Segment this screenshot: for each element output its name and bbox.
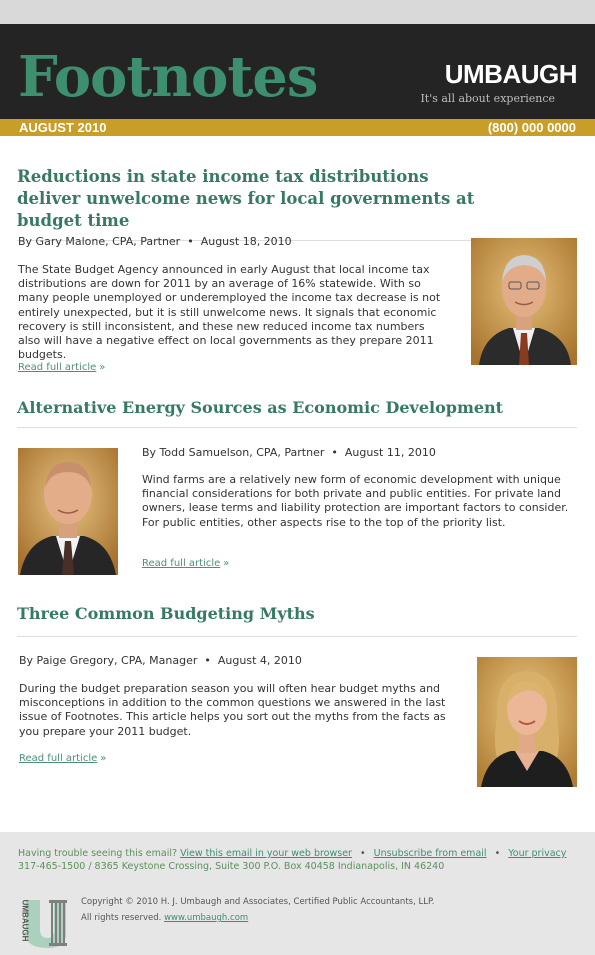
article-1: Reductions in state income tax distribut…: [17, 166, 577, 241]
portrait-image: [18, 448, 118, 575]
article-2: Alternative Energy Sources as Economic D…: [17, 398, 577, 428]
copyright-text: Copyright © 2010 H. J. Umbaugh and Assoc…: [81, 897, 435, 907]
article-byline: By Todd Samuelson, CPA, Partner • August 1…: [142, 446, 436, 459]
bullet-separator: •: [187, 235, 194, 248]
author: By Gary Malone, CPA, Partner: [18, 235, 181, 248]
privacy-link[interactable]: Your privacy: [508, 848, 566, 859]
web-version-link[interactable]: View this email in your web browser: [180, 848, 352, 859]
author-photo: [18, 448, 118, 575]
footer-address: 317-465-1500 / 8365 Keystone Crossing, S…: [18, 861, 445, 872]
article-title[interactable]: Alternative Energy Sources as Economic D…: [17, 398, 577, 418]
arrow-icon: »: [100, 753, 107, 764]
bullet-separator: •: [331, 446, 338, 459]
read-more-link[interactable]: Read full article»: [19, 746, 106, 765]
article-date: August 18, 2010: [200, 235, 292, 248]
rights-text: All rights reserved.: [81, 913, 162, 923]
unsubscribe-link[interactable]: Unsubscribe from email: [374, 848, 487, 859]
phone-number: (800) 000 0000: [487, 120, 576, 135]
footer: Having trouble seeing this email? View t…: [0, 832, 595, 955]
article-byline: By Paige Gregory, CPA, Manager • August 4,…: [19, 654, 302, 667]
article-body: The State Budget Agency announced in ear…: [18, 263, 441, 362]
logo-vertical-text: UMBAUGH: [20, 899, 30, 942]
trouble-text: Having trouble seeing this email?: [18, 848, 178, 859]
bullet-separator: •: [494, 848, 501, 859]
read-more-label[interactable]: Read full article: [18, 362, 96, 373]
author: By Todd Samuelson, CPA, Partner: [142, 446, 325, 459]
brand-logo: UMBAUGH: [444, 59, 578, 89]
portrait-image: [477, 657, 577, 787]
read-more-link[interactable]: Read full article»: [142, 551, 229, 570]
newsletter-header: Footnotes UMBAUGH It's all about experie…: [0, 24, 595, 119]
rights-line: All rights reserved. www.umbaugh.com: [81, 913, 248, 923]
read-more-label[interactable]: Read full article: [19, 753, 97, 764]
date-bar: AUGUST 2010 (800) 000 0000: [0, 119, 595, 136]
read-more-link[interactable]: Read full article»: [18, 355, 105, 374]
divider: [17, 427, 577, 428]
arrow-icon: »: [99, 362, 106, 373]
article-body: During the budget preparation season you…: [19, 682, 446, 738]
top-gray-strip: [0, 0, 595, 24]
article-title[interactable]: Reductions in state income tax distribut…: [17, 166, 487, 232]
website-link[interactable]: www.umbaugh.com: [164, 913, 248, 923]
brand-block: UMBAUGH It's all about experience: [420, 58, 577, 105]
footer-links: Having trouble seeing this email? View t…: [18, 848, 566, 859]
article-title[interactable]: Three Common Budgeting Myths: [17, 604, 577, 624]
brand-tagline: It's all about experience: [420, 92, 555, 105]
article-date: August 4, 2010: [217, 654, 302, 667]
article-date: August 11, 2010: [344, 446, 436, 459]
issue-date: AUGUST 2010: [19, 120, 107, 135]
umbaugh-footer-logo: UMBAUGH: [16, 898, 70, 950]
article-body: Wind farms are a relatively new form of …: [142, 473, 569, 529]
divider: [17, 636, 577, 637]
bullet-separator: •: [359, 848, 366, 859]
masthead-title: Footnotes: [18, 44, 318, 110]
article-byline: By Gary Malone, CPA, Partner • August 18, …: [18, 235, 292, 248]
author-photo: [471, 238, 577, 365]
author: By Paige Gregory, CPA, Manager: [19, 654, 198, 667]
arrow-icon: »: [223, 558, 230, 569]
read-more-label[interactable]: Read full article: [142, 558, 220, 569]
portrait-image: [471, 238, 577, 365]
bullet-separator: •: [204, 654, 211, 667]
author-photo: [477, 657, 577, 787]
article-3: Three Common Budgeting Myths: [17, 604, 577, 637]
